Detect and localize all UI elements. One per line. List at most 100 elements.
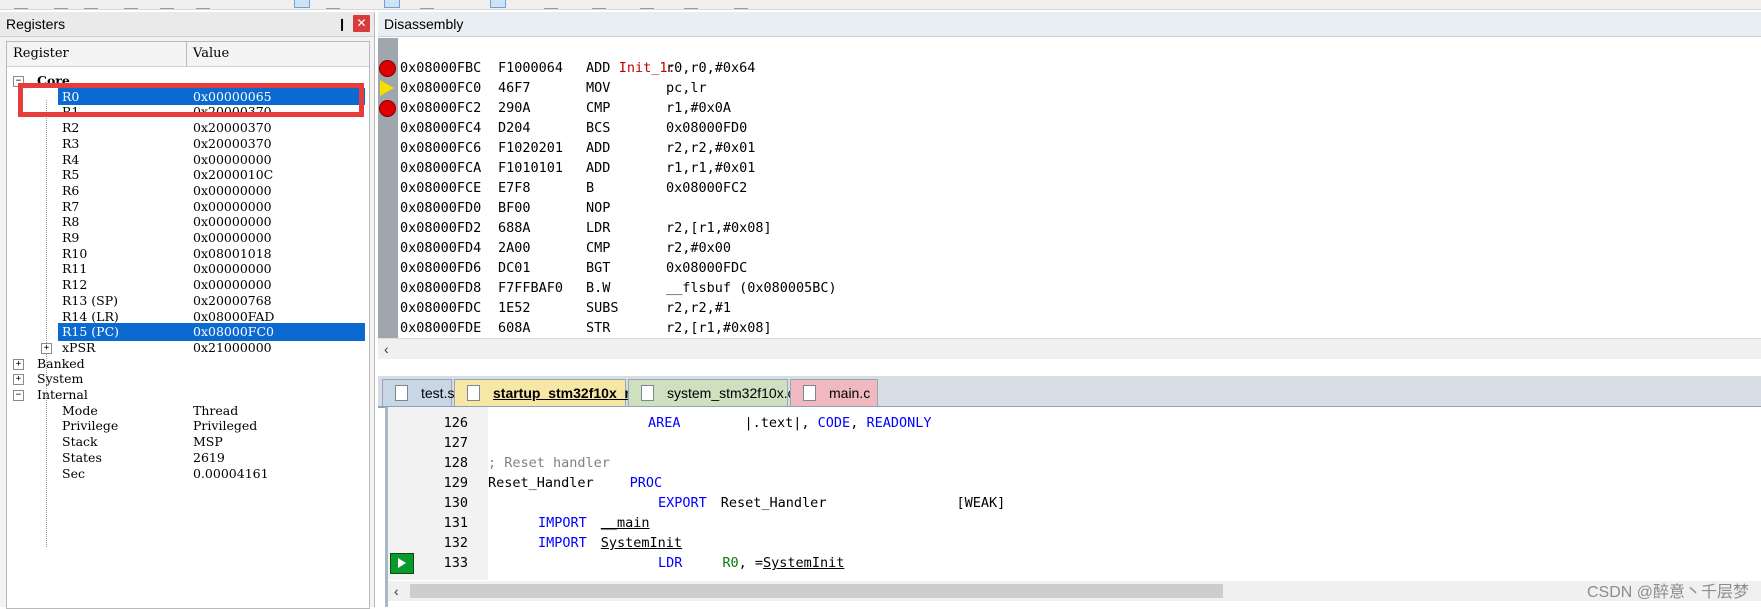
source-line[interactable]: 127 [388,433,1761,453]
toolbar-button[interactable] [544,0,558,9]
disassembly-line[interactable]: 0x08000FCA F1010101 ADD r1,r1,#0x01 [400,158,1300,178]
tab-label: main.c [829,385,871,401]
disassembly-addr: 0x08000FC2 [400,100,482,116]
pin-icon[interactable]: ❙ [337,15,347,33]
disassembly-line[interactable]: 0x08000FD0 BF00 NOP [400,198,1300,218]
scroll-left-icon[interactable]: ‹ [394,581,399,601]
register-row[interactable]: Sec 0.00004161 [7,465,369,483]
code-token: Reset_Handler [720,495,827,511]
toolbar-button[interactable] [490,0,506,8]
value-column-header[interactable]: Value [193,42,229,66]
disassembly-panel: Disassembly Init_1: 0x08000FBC F1000064 AD… [378,12,1761,366]
toolbar-button[interactable] [684,0,698,9]
source-line[interactable]: 129 Reset_Handler PROC [388,473,1761,493]
code-token: LDR [658,555,683,571]
disassembly-op: STR [586,320,611,336]
tab-label: system_stm32f10x.c [667,385,795,401]
code-token: __main [600,515,650,531]
editor-horizontal-scrollbar[interactable]: ‹ [388,581,1761,601]
scroll-left-icon[interactable]: ‹ [384,339,389,359]
code-token: EXPORT [658,495,707,511]
toolbar-button[interactable] [196,0,210,9]
toolbar-button[interactable] [160,0,174,9]
collapse-icon[interactable]: − [13,390,24,401]
disassembly-line[interactable]: 0x08000FCE E7F8 B 0x08000FC2 [400,178,1300,198]
disassembly-addr: 0x08000FD6 [400,260,482,276]
disassembly-line[interactable]: 0x08000FBC F1000064 ADD r0,r0,#0x64 [400,58,1300,78]
line-number: 132 [443,535,468,551]
disassembly-code: 608A [498,320,531,336]
disassembly-title: Disassembly [384,16,464,32]
register-column-header[interactable]: Register [13,42,69,66]
disassembly-line[interactable]: 0x08000FC6 F1020201 ADD r2,r2,#0x01 [400,138,1300,158]
highlight-annotation-box [18,83,364,117]
code-token: AREA [648,415,681,431]
disassembly-code: 290A [498,100,531,116]
source-line[interactable]: 130 EXPORT Reset_Handler [WEAK] [388,493,1761,513]
disassembly-addr: 0x08000FDE [400,320,482,336]
toolbar-button[interactable] [592,0,606,9]
editor-tab[interactable]: system_stm32f10x.c [628,379,795,406]
code-token: [WEAK] [956,495,1006,511]
disassembly-code: F1020201 [498,140,564,156]
disassembly-line[interactable]: 0x08000FC4 D204 BCS 0x08000FD0 [400,118,1300,138]
toolbar [0,0,1761,10]
toolbar-button[interactable] [326,0,340,9]
disassembly-gutter[interactable] [378,38,398,338]
disassembly-line[interactable]: 0x08000FDC 1E52 SUBS r2,r2,#1 [400,298,1300,318]
breakpoint-icon[interactable] [379,100,396,117]
disassembly-line[interactable]: 0x08000FDE 608A STR r2,[r1,#0x08] [400,318,1300,338]
disassembly-line[interactable]: 0x08000FD6 DC01 BGT 0x08000FDC [400,258,1300,278]
editor-tab[interactable]: test.s [382,379,455,406]
source-line[interactable]: 126 AREA |.text|, CODE, READONLY [388,413,1761,433]
expand-icon[interactable]: + [13,358,24,370]
register-value[interactable]: 0.00004161 [193,465,269,483]
file-icon [467,385,480,401]
disassembly-line[interactable]: 0x08000FD2 688A LDR r2,[r1,#0x08] [400,218,1300,238]
breakpoint-icon[interactable] [379,60,396,77]
source-editor[interactable]: 126 AREA |.text|, CODE, READONLY 127 128 ; Re… [385,407,1761,607]
toolbar-button[interactable] [84,0,98,9]
disassembly-addr: 0x08000FC0 [400,80,482,96]
disassembly-addr: 0x08000FD4 [400,240,482,256]
line-number: 126 [443,415,468,431]
disassembly-line[interactable]: 0x08000FC0 46F7 MOV pc,lr [400,78,1300,98]
close-icon[interactable]: ✕ [353,15,370,32]
disassembly-listing[interactable]: Init_1: 0x08000FBC F1000064 ADD r0,r0,#0x64… [400,38,1761,338]
disassembly-horizontal-scrollbar[interactable]: ‹ [378,338,1761,359]
expand-icon[interactable]: + [41,342,52,354]
watermark: CSDN @醉意丶千层梦 [1586,584,1749,601]
disassembly-op: BGT [586,260,611,276]
source-line[interactable]: 131 IMPORT __main [388,513,1761,533]
disassembly-op: LDR [586,220,611,236]
disassembly-title-bar: Disassembly [378,12,1761,37]
scrollbar-thumb[interactable] [410,584,1223,598]
code-token: R0 [722,555,739,571]
disassembly-args: r2,[r1,#0x08] [666,220,772,236]
code-token: READONLY [866,415,932,431]
editor-tab[interactable]: startup_stm32f10x_md.s [454,379,657,406]
source-line[interactable]: 128 ; Reset handler [388,453,1761,473]
disassembly-code: E7F8 [498,180,531,196]
toolbar-button[interactable] [14,0,28,9]
toolbar-button[interactable] [54,0,68,9]
toolbar-button[interactable] [124,0,138,9]
editor-tab[interactable]: main.c [790,379,878,406]
register-name: Sec [62,465,85,481]
disassembly-line[interactable]: 0x08000FD8 F7FFBAF0 B.W __flsbuf (0x080005B… [400,278,1300,298]
line-number: 128 [443,455,468,471]
toolbar-button[interactable] [640,0,654,9]
toolbar-button[interactable] [384,0,400,8]
disassembly-line[interactable]: 0x08000FC2 290A CMP r1,#0x0A [400,98,1300,118]
toolbar-button[interactable] [294,0,310,8]
disassembly-args: r2,#0x00 [666,240,732,256]
source-line[interactable]: 133 LDR R0, =SystemInit [388,553,1761,574]
toolbar-button[interactable] [734,0,748,9]
toolbar-button[interactable] [420,0,434,9]
expand-icon[interactable]: + [13,374,24,386]
tab-label: test.s [421,385,455,401]
current-instruction-arrow-icon [380,80,394,96]
disassembly-line[interactable]: 0x08000FD4 2A00 CMP r2,#0x00 [400,238,1300,258]
code-token: CODE [817,415,851,431]
source-line[interactable]: 132 IMPORT SystemInit [388,533,1761,553]
